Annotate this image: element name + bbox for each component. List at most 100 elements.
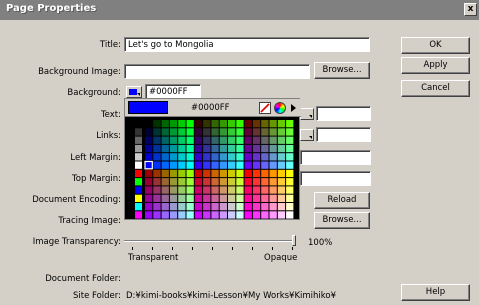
color-swatch[interactable] — [211, 153, 219, 161]
color-swatch[interactable] — [153, 161, 161, 169]
cancel-button[interactable]: Cancel — [401, 80, 470, 97]
color-swatch[interactable] — [186, 186, 194, 194]
color-swatch[interactable] — [211, 144, 219, 153]
color-swatch[interactable] — [194, 128, 203, 136]
color-swatch[interactable] — [269, 136, 277, 144]
color-swatch[interactable] — [153, 169, 161, 178]
background-color-swatch[interactable] — [126, 86, 142, 98]
color-swatch[interactable] — [186, 194, 194, 202]
color-swatch[interactable] — [203, 203, 211, 211]
color-swatch[interactable] — [186, 203, 194, 211]
no-color-icon[interactable] — [259, 102, 271, 114]
browse-tracing-button[interactable]: Browse... — [314, 212, 370, 229]
color-swatch[interactable] — [153, 144, 161, 153]
color-swatch[interactable] — [145, 136, 153, 144]
color-swatch[interactable] — [178, 153, 186, 161]
color-swatch[interactable] — [252, 194, 261, 202]
color-swatch[interactable] — [203, 161, 211, 169]
color-swatch[interactable] — [178, 161, 186, 169]
color-swatch[interactable] — [261, 153, 269, 161]
color-swatch[interactable] — [252, 186, 261, 194]
color-swatch[interactable] — [203, 211, 211, 219]
color-swatch[interactable] — [153, 186, 161, 194]
color-swatch[interactable] — [203, 144, 211, 153]
color-swatch[interactable] — [252, 203, 261, 211]
background-color-field[interactable]: #0000FF — [145, 84, 201, 99]
color-swatch[interactable] — [161, 194, 169, 202]
color-swatch[interactable] — [178, 186, 186, 194]
color-swatch[interactable] — [186, 136, 194, 144]
color-swatch[interactable] — [277, 161, 286, 169]
color-swatch[interactable] — [145, 211, 153, 219]
color-swatch[interactable] — [194, 120, 203, 128]
color-swatch[interactable] — [203, 153, 211, 161]
color-swatch[interactable] — [228, 194, 236, 202]
color-swatch[interactable] — [169, 194, 178, 202]
color-swatch[interactable] — [252, 144, 261, 153]
color-swatch[interactable] — [194, 136, 203, 144]
color-swatch[interactable] — [161, 128, 169, 136]
color-swatch[interactable] — [169, 144, 178, 153]
color-swatch[interactable] — [219, 186, 227, 194]
color-swatch[interactable] — [261, 178, 269, 186]
color-swatch[interactable] — [219, 194, 227, 202]
color-swatch[interactable] — [269, 161, 277, 169]
color-swatch[interactable] — [286, 153, 294, 161]
slider-thumb[interactable] — [292, 235, 296, 246]
color-swatch[interactable] — [236, 144, 244, 153]
color-swatch[interactable] — [186, 211, 194, 219]
close-button[interactable]: x — [464, 3, 477, 16]
color-swatch[interactable] — [161, 178, 169, 186]
color-swatch[interactable] — [236, 194, 244, 202]
color-swatch[interactable] — [236, 136, 244, 144]
color-swatch[interactable] — [244, 128, 252, 136]
apply-button[interactable]: Apply — [401, 57, 470, 74]
color-swatch[interactable] — [153, 178, 161, 186]
color-swatch[interactable] — [219, 169, 227, 178]
color-swatch[interactable] — [186, 120, 194, 128]
top-margin-field[interactable] — [300, 171, 371, 186]
color-swatch[interactable] — [236, 203, 244, 211]
color-swatch[interactable] — [135, 120, 142, 128]
color-swatch[interactable] — [261, 169, 269, 178]
color-swatch[interactable] — [153, 203, 161, 211]
color-swatch[interactable] — [277, 136, 286, 144]
background-image-field[interactable] — [124, 64, 310, 79]
color-swatch[interactable] — [194, 211, 203, 219]
color-swatch[interactable] — [144, 160, 153, 170]
color-swatch-grid[interactable] — [125, 118, 301, 220]
color-swatch[interactable] — [244, 203, 252, 211]
color-swatch[interactable] — [145, 169, 153, 178]
color-swatch[interactable] — [153, 211, 161, 219]
color-swatch[interactable] — [135, 144, 142, 153]
color-swatch[interactable] — [186, 144, 194, 153]
color-swatch[interactable] — [252, 169, 261, 178]
color-swatch[interactable] — [277, 169, 286, 178]
color-swatch[interactable] — [169, 178, 178, 186]
color-swatch[interactable] — [236, 120, 244, 128]
color-swatch[interactable] — [161, 211, 169, 219]
transparency-slider[interactable] — [124, 240, 296, 242]
color-swatch[interactable] — [211, 203, 219, 211]
color-swatch[interactable] — [203, 194, 211, 202]
ok-button[interactable]: OK — [401, 37, 470, 54]
color-swatch[interactable] — [277, 153, 286, 161]
color-swatch[interactable] — [252, 120, 261, 128]
color-swatch[interactable] — [135, 136, 142, 144]
color-swatch[interactable] — [244, 120, 252, 128]
browse-background-button[interactable]: Browse... — [314, 62, 370, 79]
color-swatch[interactable] — [211, 186, 219, 194]
color-swatch[interactable] — [135, 211, 142, 219]
color-swatch[interactable] — [203, 186, 211, 194]
color-swatch[interactable] — [178, 144, 186, 153]
color-swatch[interactable] — [277, 120, 286, 128]
color-swatch[interactable] — [261, 136, 269, 144]
color-swatch[interactable] — [186, 169, 194, 178]
color-swatch[interactable] — [277, 203, 286, 211]
color-swatch[interactable] — [219, 161, 227, 169]
color-swatch[interactable] — [228, 153, 236, 161]
color-swatch[interactable] — [219, 153, 227, 161]
color-swatch[interactable] — [203, 120, 211, 128]
color-swatch[interactable] — [219, 144, 227, 153]
color-swatch[interactable] — [261, 120, 269, 128]
